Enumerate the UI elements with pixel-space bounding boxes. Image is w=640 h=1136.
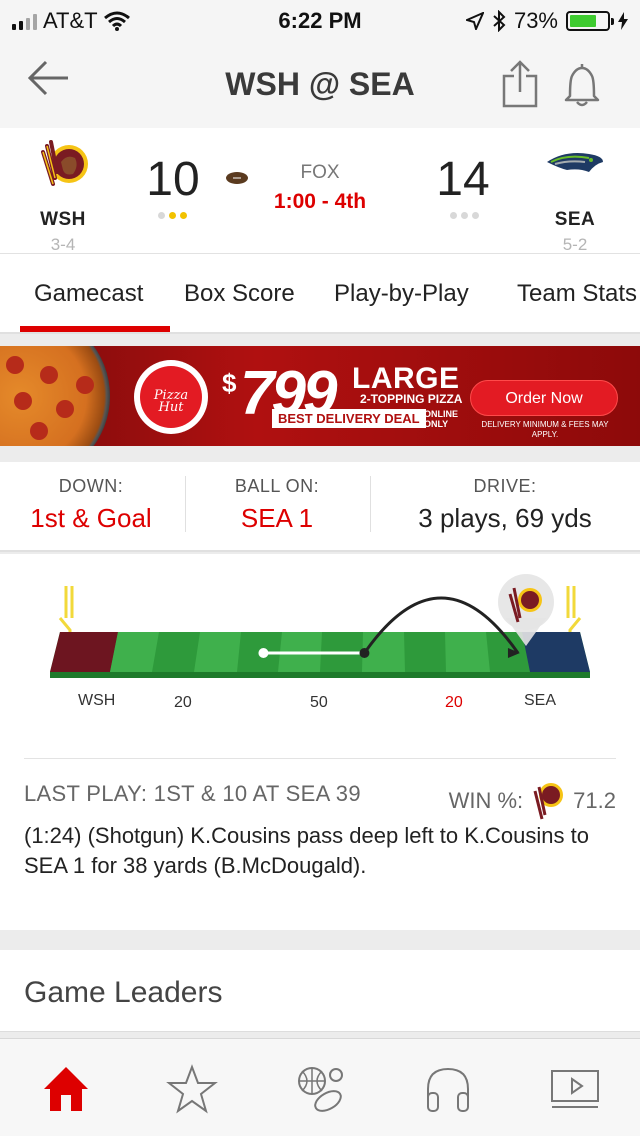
page-title: WSH @ SEA bbox=[225, 66, 415, 102]
timeout-dot bbox=[180, 212, 187, 219]
field-edge bbox=[50, 672, 590, 678]
video-icon[interactable] bbox=[548, 1063, 604, 1115]
field-label-right: SEA bbox=[524, 692, 557, 709]
star-icon[interactable] bbox=[164, 1063, 220, 1115]
tab-team-stats[interactable]: Team Stats bbox=[517, 280, 637, 308]
win-label: WIN %: bbox=[448, 788, 524, 813]
bottom-tab-bar bbox=[0, 1038, 640, 1136]
scoreboard[interactable]: WSH 3-4 10 FOX 1:00 - 4th 14 SEA 5-2 bbox=[0, 128, 640, 254]
home-team-record: 5-2 bbox=[562, 235, 588, 254]
broadcast-network: FOX bbox=[300, 162, 340, 183]
timeout-dot bbox=[472, 212, 479, 219]
nav-bar: WSH @ SEA bbox=[0, 40, 640, 128]
ad-fine-print: DELIVERY MINIMUM & FEES MAY APPLY. bbox=[481, 420, 609, 439]
pizza-hut-logo-text: Pizza Hut bbox=[140, 366, 202, 428]
down-info: DOWN: 1st & Goal bbox=[16, 476, 166, 534]
location-icon bbox=[465, 12, 484, 30]
drive-info: DRIVE: 3 plays, 69 yds bbox=[390, 476, 620, 534]
ad-banner[interactable]: Pizza Hut $ 799 LARGE 2-TOPPING PIZZA BE… bbox=[0, 346, 640, 446]
pepperoni bbox=[56, 400, 74, 418]
divider bbox=[185, 476, 186, 532]
down-label: DOWN: bbox=[58, 476, 124, 496]
tab-play-by-play[interactable]: Play-by-Play bbox=[334, 280, 469, 308]
game-clock: 1:00 - 4th bbox=[273, 190, 367, 213]
down-value: 1st & Goal bbox=[30, 503, 152, 533]
share-icon[interactable] bbox=[502, 60, 538, 108]
ball-on-value: SEA 1 bbox=[240, 503, 314, 533]
ball-on-info: BALL ON: SEA 1 bbox=[200, 476, 354, 534]
battery-percent: 73% bbox=[513, 8, 558, 33]
right-goalpost bbox=[566, 586, 582, 640]
game-status: FOX 1:00 - 4th bbox=[240, 162, 400, 214]
ad-online-only: ONLINE ONLY bbox=[424, 409, 459, 429]
pepperoni bbox=[76, 376, 94, 394]
battery-icon bbox=[566, 11, 614, 31]
screen: AT&T 6:22 PM 73% WSH @ SEA WSH 3-4 10 FO… bbox=[0, 0, 640, 1136]
pepperoni bbox=[40, 366, 58, 384]
yard-label: 50 bbox=[310, 694, 328, 711]
away-team-abbr: WSH bbox=[40, 209, 86, 230]
home-team[interactable]: SEA 5-2 bbox=[530, 138, 620, 255]
game-tabs: Gamecast Box Score Play-by-Play Team Sta… bbox=[0, 254, 640, 334]
win-value: 71.2 bbox=[573, 788, 616, 813]
ad-headline: LARGE bbox=[352, 362, 460, 395]
win-probability: WIN %: 71.2 bbox=[449, 781, 616, 821]
status-bar: AT&T 6:22 PM 73% bbox=[0, 0, 640, 40]
timeout-dot bbox=[450, 212, 457, 219]
pepperoni bbox=[14, 392, 32, 410]
drive-label: DRIVE: bbox=[473, 476, 537, 496]
home-team-logo bbox=[547, 153, 603, 172]
drive-value: 3 plays, 69 yds bbox=[418, 503, 592, 533]
yard-label: 20 bbox=[174, 694, 192, 711]
game-leaders-title: Game Leaders bbox=[24, 976, 223, 1009]
left-goalpost bbox=[58, 586, 74, 640]
ad-price-dollar: $ bbox=[222, 368, 237, 398]
pepperoni bbox=[30, 422, 48, 440]
sports-balls-icon[interactable] bbox=[294, 1063, 350, 1115]
left-endzone bbox=[50, 632, 118, 672]
home-score: 14 bbox=[436, 153, 490, 206]
away-score: 10 bbox=[146, 153, 200, 206]
yard-label: 20 bbox=[445, 694, 463, 711]
bell-icon[interactable] bbox=[562, 60, 602, 108]
last-play: LAST PLAY: 1ST & 10 AT SEA 39 WIN %: 71.… bbox=[24, 758, 616, 881]
right-endzone bbox=[522, 632, 590, 672]
drive-start-marker bbox=[258, 648, 269, 658]
status-right: 73% bbox=[465, 8, 628, 34]
bluetooth-icon bbox=[493, 10, 506, 32]
home-team-abbr: SEA bbox=[554, 209, 596, 230]
field-label-left: WSH bbox=[78, 692, 116, 709]
game-situation: DOWN: 1st & Goal BALL ON: SEA 1 DRIVE: 3… bbox=[0, 462, 640, 552]
timeout-dot bbox=[461, 212, 468, 219]
win-team-logo bbox=[533, 783, 564, 820]
order-now-button[interactable]: Order Now bbox=[470, 380, 618, 416]
headphones-icon[interactable] bbox=[420, 1063, 476, 1115]
last-play-description: (1:24) (Shotgun) K.Cousins pass deep lef… bbox=[24, 823, 589, 878]
active-tab-indicator bbox=[20, 326, 170, 332]
tab-box-score[interactable]: Box Score bbox=[184, 280, 295, 308]
pepperoni bbox=[6, 356, 24, 374]
home-timeouts bbox=[450, 212, 479, 219]
charging-icon bbox=[618, 12, 628, 30]
divider bbox=[370, 476, 371, 532]
away-team-logo bbox=[41, 140, 88, 186]
ball-on-label: BALL ON: bbox=[234, 476, 320, 496]
ad-deal: BEST DELIVERY DEAL bbox=[272, 409, 426, 428]
home-icon[interactable] bbox=[38, 1063, 94, 1115]
away-timeouts bbox=[158, 212, 187, 219]
away-team-record: 3-4 bbox=[50, 235, 76, 254]
football-field bbox=[50, 574, 590, 678]
timeout-dot bbox=[169, 212, 176, 219]
ad-subhead: 2-TOPPING PIZZA bbox=[360, 392, 463, 406]
tab-gamecast[interactable]: Gamecast bbox=[34, 280, 143, 308]
away-team[interactable]: WSH 3-4 bbox=[18, 138, 108, 255]
timeout-dot bbox=[158, 212, 165, 219]
game-leaders-section[interactable]: Game Leaders bbox=[0, 950, 640, 1032]
